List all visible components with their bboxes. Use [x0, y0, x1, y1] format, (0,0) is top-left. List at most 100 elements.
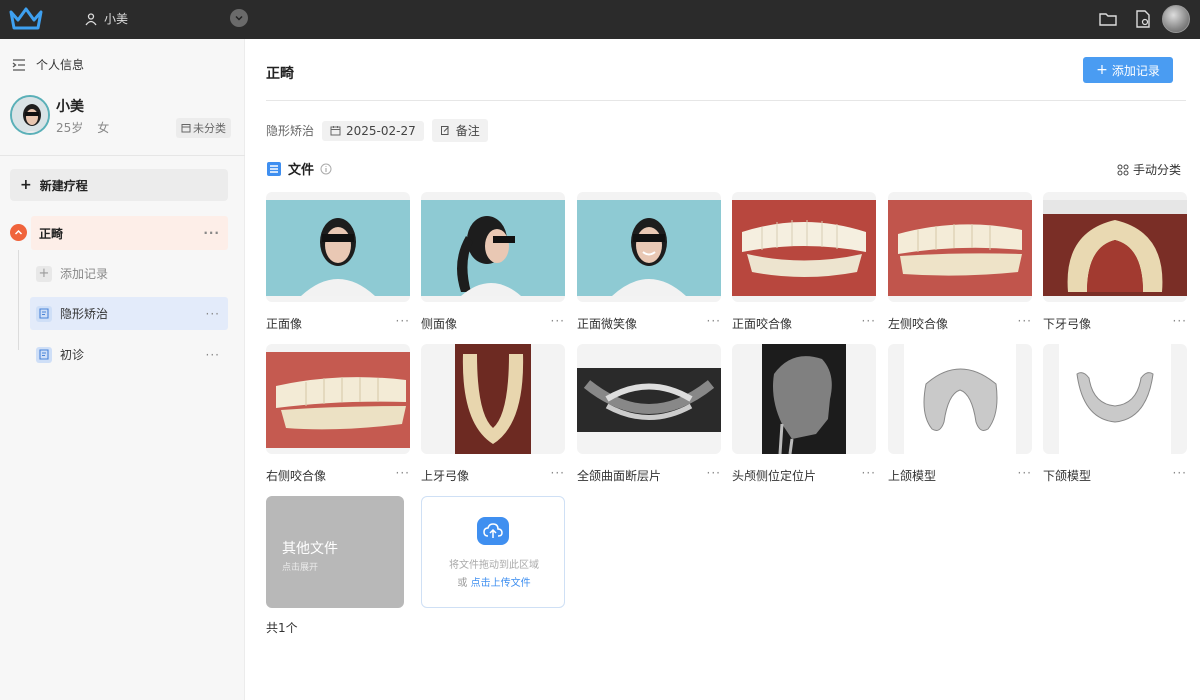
sidebar-divider — [0, 155, 245, 156]
info-icon[interactable] — [320, 163, 332, 175]
thumbnail[interactable] — [266, 344, 410, 454]
record-category: 隐形矫治 — [266, 124, 315, 138]
item-more-icon[interactable]: ··· — [206, 307, 220, 321]
file-card-more-icon[interactable]: ··· — [862, 466, 876, 480]
manual-classify-button[interactable]: 手动分类 — [1117, 161, 1181, 178]
patient-avatar — [10, 95, 50, 135]
file-card-right-occlusion[interactable]: 右侧咬合像 ··· — [266, 344, 410, 483]
file-card-front-occlusion[interactable]: 正面咬合像 ··· — [732, 192, 876, 331]
file-card-more-icon[interactable]: ··· — [551, 314, 565, 328]
file-card-more-icon[interactable]: ··· — [396, 466, 410, 480]
profile-photo-icon — [421, 200, 565, 296]
sidebar-item-label: 添加记录 — [60, 267, 109, 281]
collapse-toggle[interactable] — [10, 224, 27, 241]
other-files-subtitle: 点击展开 — [282, 563, 319, 573]
file-card-more-icon[interactable]: ··· — [862, 314, 876, 328]
thumbnail[interactable] — [888, 344, 1032, 454]
file-total-count: 共1个 — [266, 621, 298, 635]
folder-button[interactable] — [1098, 9, 1118, 29]
files-section-header: 文件 — [266, 159, 332, 178]
main-panel: 正畸 + 添加记录 隐形矫治 2025-02-27 备注 文件 手动分类 正面像… — [245, 39, 1200, 700]
file-card-lower-arch[interactable]: 下牙弓像 ··· — [1043, 192, 1187, 331]
calendar-grid-icon — [181, 124, 191, 133]
record-date-pill[interactable]: 2025-02-27 — [322, 120, 424, 141]
file-card-upper-model[interactable]: 上颌模型 ··· — [888, 344, 1032, 483]
file-card-more-icon[interactable]: ··· — [396, 314, 410, 328]
file-card-more-icon[interactable]: ··· — [1173, 314, 1187, 328]
file-card-label: 正面像 — [266, 317, 303, 331]
note-button[interactable]: 备注 — [431, 119, 488, 142]
collapse-menu-icon[interactable] — [12, 58, 26, 71]
item-more-icon[interactable]: ··· — [206, 348, 220, 362]
file-card-more-icon[interactable]: ··· — [707, 466, 721, 480]
file-card-label: 侧面像 — [421, 317, 458, 331]
sidebar-item-add-record[interactable]: + 添加记录 — [30, 257, 228, 290]
file-card-front-smile[interactable]: 正面微笑像 ··· — [577, 192, 721, 331]
file-card-more-icon[interactable]: ··· — [707, 314, 721, 328]
account-avatar[interactable] — [1162, 5, 1190, 33]
note-label: 备注 — [455, 124, 480, 138]
file-card-front-face[interactable]: 正面像 ··· — [266, 192, 410, 331]
upload-dropzone[interactable]: 将文件拖动到此区域 或 点击上传文件 — [421, 496, 565, 608]
upload-link[interactable]: 点击上传文件 — [471, 578, 531, 589]
plus-icon: + — [1096, 62, 1108, 78]
record-doc-icon — [36, 346, 52, 363]
patient-gender: 女 — [97, 121, 110, 135]
current-user[interactable]: 小美 — [84, 10, 128, 27]
dental-model-icon — [1059, 344, 1171, 454]
thumbnail[interactable] — [577, 192, 721, 302]
file-settings-button[interactable] — [1133, 9, 1153, 29]
new-course-label: 新建疗程 — [39, 178, 88, 193]
teeth-photo-icon — [266, 352, 410, 448]
sidebar-item-invisible-aligner[interactable]: 隐形矫治 ··· — [30, 297, 228, 330]
plus-icon: + — [20, 177, 32, 193]
user-dropdown-button[interactable] — [230, 9, 248, 27]
file-card-more-icon[interactable]: ··· — [551, 466, 565, 480]
course-label: 正畸 — [39, 226, 64, 241]
upload-hint: 将文件拖动到此区域 — [449, 560, 539, 571]
course-orthodontics-box[interactable]: 正畸 ··· — [31, 216, 228, 250]
file-card-side-face[interactable]: 侧面像 ··· — [421, 192, 565, 331]
file-card-left-occlusion[interactable]: 左侧咬合像 ··· — [888, 192, 1032, 331]
record-meta: 隐形矫治 2025-02-27 备注 — [266, 119, 488, 142]
thumbnail[interactable] — [266, 192, 410, 302]
file-card-lower-model[interactable]: 下颌模型 ··· — [1043, 344, 1187, 483]
thumbnail[interactable] — [1043, 344, 1187, 454]
category-tag[interactable]: 未分类 — [176, 118, 231, 138]
course-more-icon[interactable]: ··· — [203, 226, 220, 240]
add-record-button[interactable]: + 添加记录 — [1083, 57, 1173, 83]
record-doc-icon — [36, 305, 52, 322]
category-tag-label: 未分类 — [193, 122, 226, 135]
crown-logo-icon[interactable] — [8, 6, 44, 32]
other-files-folder[interactable]: 其他文件 点击展开 — [266, 496, 404, 608]
files-title: 文件 — [288, 163, 315, 178]
patient-age: 25岁 — [56, 121, 84, 135]
thumbnail[interactable] — [732, 192, 876, 302]
sidebar-item-first-visit[interactable]: 初诊 ··· — [30, 338, 228, 371]
thumbnail[interactable] — [732, 344, 876, 454]
cloud-upload-icon — [477, 517, 509, 545]
calendar-icon — [330, 126, 341, 136]
file-card-panoramic-xray[interactable]: 全颌曲面断层片 ··· — [577, 344, 721, 483]
thumbnail[interactable] — [1043, 192, 1187, 302]
thumbnail[interactable] — [421, 344, 565, 454]
file-card-upper-arch[interactable]: 上牙弓像 ··· — [421, 344, 565, 483]
folder-icon — [1099, 13, 1117, 26]
sidebar-header[interactable]: 个人信息 — [12, 56, 84, 73]
new-course-button[interactable]: + 新建疗程 — [10, 169, 228, 201]
page-title: 正畸 — [266, 66, 294, 82]
file-card-more-icon[interactable]: ··· — [1173, 466, 1187, 480]
course-orthodontics[interactable]: 正畸 ··· — [10, 216, 228, 250]
manual-classify-label: 手动分类 — [1133, 163, 1182, 177]
record-date: 2025-02-27 — [346, 123, 416, 138]
file-card-cephalometric[interactable]: 头颅侧位定位片 ··· — [732, 344, 876, 483]
file-card-more-icon[interactable]: ··· — [1018, 466, 1032, 480]
file-card-label: 下颌模型 — [1043, 469, 1092, 483]
thumbnail[interactable] — [577, 344, 721, 454]
add-record-label: 添加记录 — [1111, 63, 1160, 78]
file-card-more-icon[interactable]: ··· — [1018, 314, 1032, 328]
smile-photo-icon — [577, 200, 721, 296]
thumbnail[interactable] — [888, 192, 1032, 302]
thumbnail[interactable] — [421, 192, 565, 302]
chevron-down-icon — [235, 15, 243, 21]
